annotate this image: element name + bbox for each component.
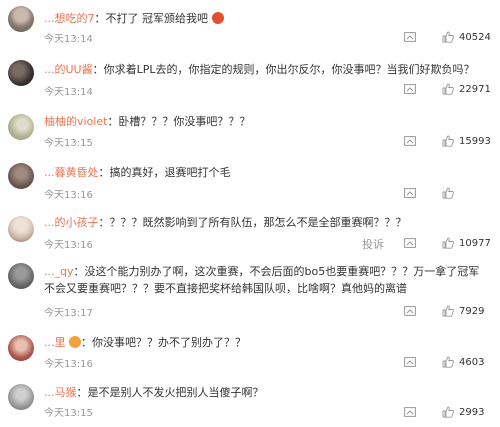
like-count: 10977 xyxy=(459,238,491,249)
comment-item: ..._qy：没这个能力别办了啊，这次重赛，不会后面的bo5也要重赛吧？？？万一… xyxy=(0,260,500,324)
comment-item: ...里 ：你没事吧？？办不了别办了？？ 今天13:16 4603 xyxy=(0,330,500,374)
comment-time: 今天13:17 xyxy=(44,308,93,319)
comment-text: ..._qy：没这个能力别办了啊，这次重赛，不会后面的bo5也要重赛吧？？？万一… xyxy=(44,263,490,297)
comment-item: ...的UU酱：你求着LPL去的，你指定的规则，你出尔反尔，你没事吧？当我们好欺… xyxy=(0,57,500,105)
share-icon[interactable] xyxy=(404,136,416,146)
avatar[interactable] xyxy=(8,263,34,289)
comment-item: ...的小孩子：？？？既然影响到了所有队伍，那怎么不是全部重赛啊？？？ 投诉 今… xyxy=(0,210,500,254)
comment-item: 柚柚的violet：卧槽？？？你没事吧？？？ 今天13:15 15993 xyxy=(0,110,500,156)
comment-text: ...里 ：你没事吧？？办不了别办了？？ xyxy=(44,334,490,351)
comment-username[interactable]: 柚柚的violet xyxy=(44,115,107,128)
comment-item: ...想吃的7：不打了 冠军颁给我吧 今天13:14 40524 xyxy=(0,0,500,48)
avatar[interactable] xyxy=(8,6,34,32)
comment-username[interactable]: ...里 xyxy=(44,336,66,349)
share-icon[interactable] xyxy=(404,306,416,316)
like-icon[interactable] xyxy=(442,31,454,43)
share-icon[interactable] xyxy=(404,188,416,198)
comment-time: 今天13:16 xyxy=(44,190,93,201)
comment-item: ...暮黄昏处：搞的真好，退赛吧打个毛 今天13:16 xyxy=(0,160,500,204)
like-icon[interactable] xyxy=(442,237,454,249)
avatar[interactable] xyxy=(8,335,34,361)
like-icon[interactable] xyxy=(442,83,454,95)
comment-text: 柚柚的violet：卧槽？？？你没事吧？？？ xyxy=(44,113,490,130)
share-icon[interactable] xyxy=(404,357,416,367)
comment-text: ...想吃的7：不打了 冠军颁给我吧 xyxy=(44,10,490,27)
comment-text: ...马猴：是不是别人不发火把别人当傻子啊？ xyxy=(44,384,490,401)
comment-item: ...马猴：是不是别人不发火把别人当傻子啊？ 今天13:15 2993 xyxy=(0,380,500,424)
avatar[interactable] xyxy=(8,114,34,140)
avatar[interactable] xyxy=(8,216,34,242)
like-icon[interactable] xyxy=(442,187,454,199)
avatar[interactable] xyxy=(8,163,34,189)
comment-time: 今天13:15 xyxy=(44,138,93,149)
avatar[interactable] xyxy=(8,60,34,86)
comment-time: 今天13:15 xyxy=(44,408,93,419)
comment-username[interactable]: ...暮黄昏处 xyxy=(44,166,99,179)
comment-text: ...暮黄昏处：搞的真好，退赛吧打个毛 xyxy=(44,164,490,181)
comment-time: 今天13:14 xyxy=(44,87,93,98)
crying-face-icon xyxy=(69,336,81,348)
like-count: 40524 xyxy=(459,32,491,43)
like-count: 7929 xyxy=(459,306,485,317)
comment-body: ：搞的真好，退赛吧打个毛 xyxy=(98,166,231,179)
comment-body: ：你没事吧？？办不了别办了？？ xyxy=(81,336,246,349)
like-count: 22971 xyxy=(459,84,491,95)
share-icon[interactable] xyxy=(404,407,416,417)
comment-body: ：你求着LPL去的，你指定的规则，你出尔反尔，你没事吧？当我们好欺负吗？ xyxy=(92,63,475,76)
comment-body: ：没这个能力别办了啊，这次重赛，不会后面的bo5也要重赛吧？？？万一拿了冠军不会… xyxy=(44,265,480,295)
like-icon[interactable] xyxy=(442,356,454,368)
comment-body: ：？？？既然影响到了所有队伍，那怎么不是全部重赛啊？？？ xyxy=(98,216,407,229)
like-icon[interactable] xyxy=(442,135,454,147)
comment-body: ：卧槽？？？你没事吧？？？ xyxy=(107,115,251,128)
like-count: 2993 xyxy=(459,407,485,418)
comment-feed: ...想吃的7：不打了 冠军颁给我吧 今天13:14 40524 ...的UU酱… xyxy=(0,0,500,427)
share-icon[interactable] xyxy=(404,84,416,94)
share-icon[interactable] xyxy=(404,32,416,42)
comment-time: 今天13:16 xyxy=(44,359,93,370)
comment-time: 今天13:16 xyxy=(44,240,93,251)
comment-username[interactable]: ...的小孩子 xyxy=(44,216,99,229)
comment-body: ：是不是别人不发火把别人当傻子啊？ xyxy=(76,386,264,399)
comment-username[interactable]: ...想吃的7 xyxy=(44,12,95,25)
comment-username[interactable]: ...的UU酱 xyxy=(44,63,93,76)
like-count: 4603 xyxy=(459,357,485,368)
avatar[interactable] xyxy=(8,384,34,410)
share-icon[interactable] xyxy=(404,238,416,248)
angry-face-icon xyxy=(211,12,224,24)
comment-body: ：不打了 冠军颁给我吧 xyxy=(94,12,209,25)
like-count: 15993 xyxy=(459,136,491,147)
comment-time: 今天13:14 xyxy=(44,34,93,45)
comment-username[interactable]: ..._qy xyxy=(44,265,73,278)
like-icon[interactable] xyxy=(442,406,454,418)
report-button[interactable]: 投诉 xyxy=(362,236,384,252)
comment-text: ...的UU酱：你求着LPL去的，你指定的规则，你出尔反尔，你没事吧？当我们好欺… xyxy=(44,61,490,78)
comment-username[interactable]: ...马猴 xyxy=(44,386,77,399)
comment-text: ...的小孩子：？？？既然影响到了所有队伍，那怎么不是全部重赛啊？？？ xyxy=(44,214,490,231)
like-icon[interactable] xyxy=(442,305,454,317)
